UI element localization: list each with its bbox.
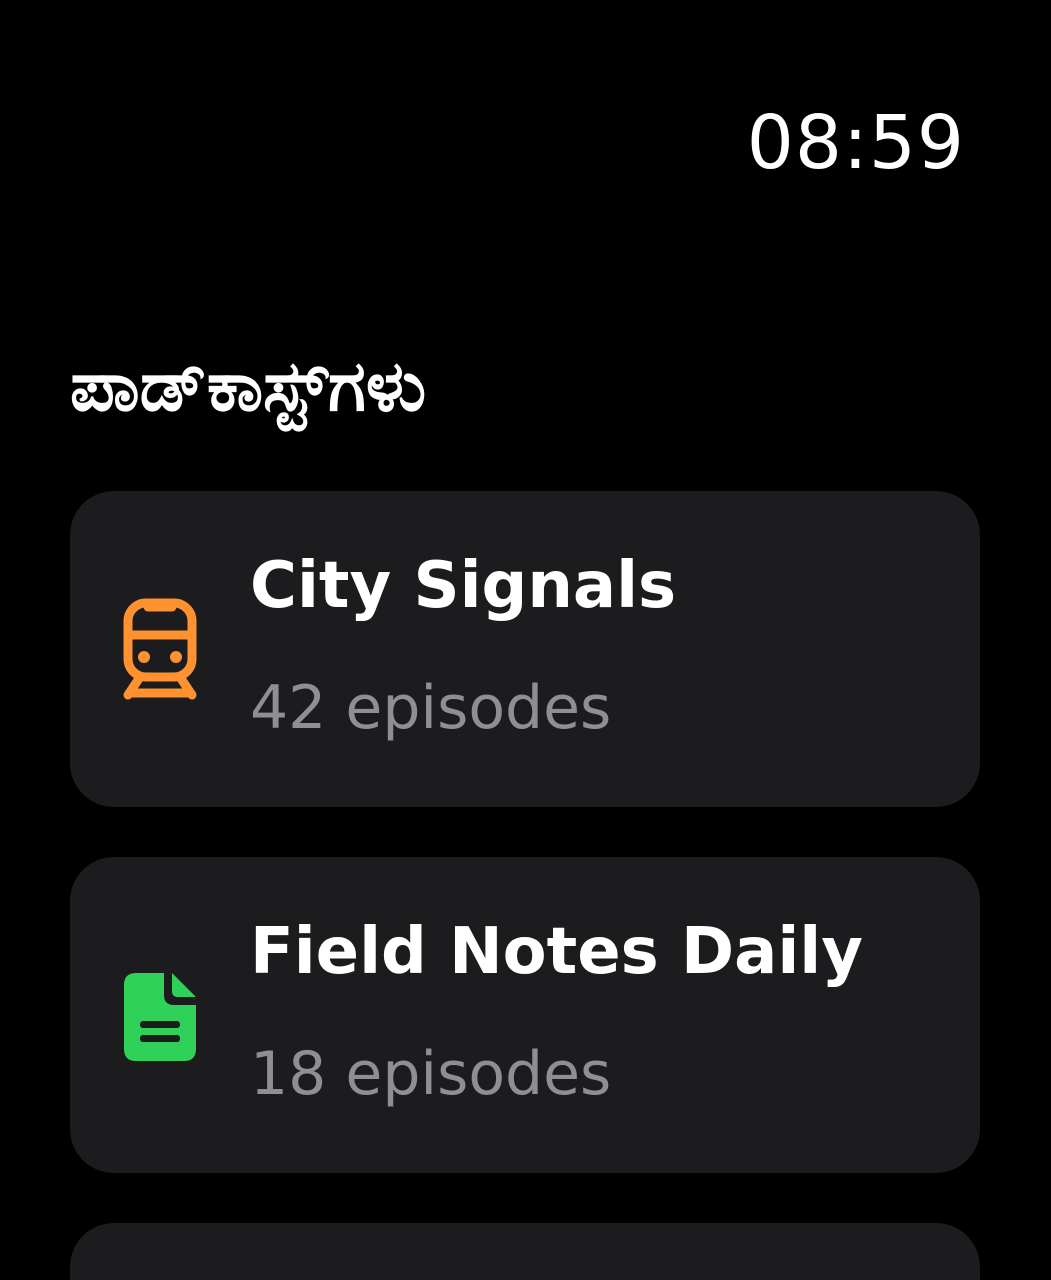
podcast-episode-count: 18 episodes	[250, 1039, 612, 1109]
podcast-title: Field Notes Daily	[250, 915, 863, 989]
train-icon	[122, 597, 212, 701]
podcast-title: City Signals	[250, 549, 677, 623]
podcast-card-field-notes-daily[interactable]: Field Notes Daily 18 episodes	[70, 857, 980, 1173]
status-time: 08:59	[746, 100, 965, 186]
page-title: ಪಾಡ್‌ಕಾಸ್ಟ್‌ಗಳು	[70, 345, 427, 427]
podcast-card-partial[interactable]	[70, 1223, 980, 1280]
podcast-card-city-signals[interactable]: City Signals 42 episodes	[70, 491, 980, 807]
podcast-episode-count: 42 episodes	[250, 673, 612, 743]
document-icon	[122, 963, 212, 1067]
